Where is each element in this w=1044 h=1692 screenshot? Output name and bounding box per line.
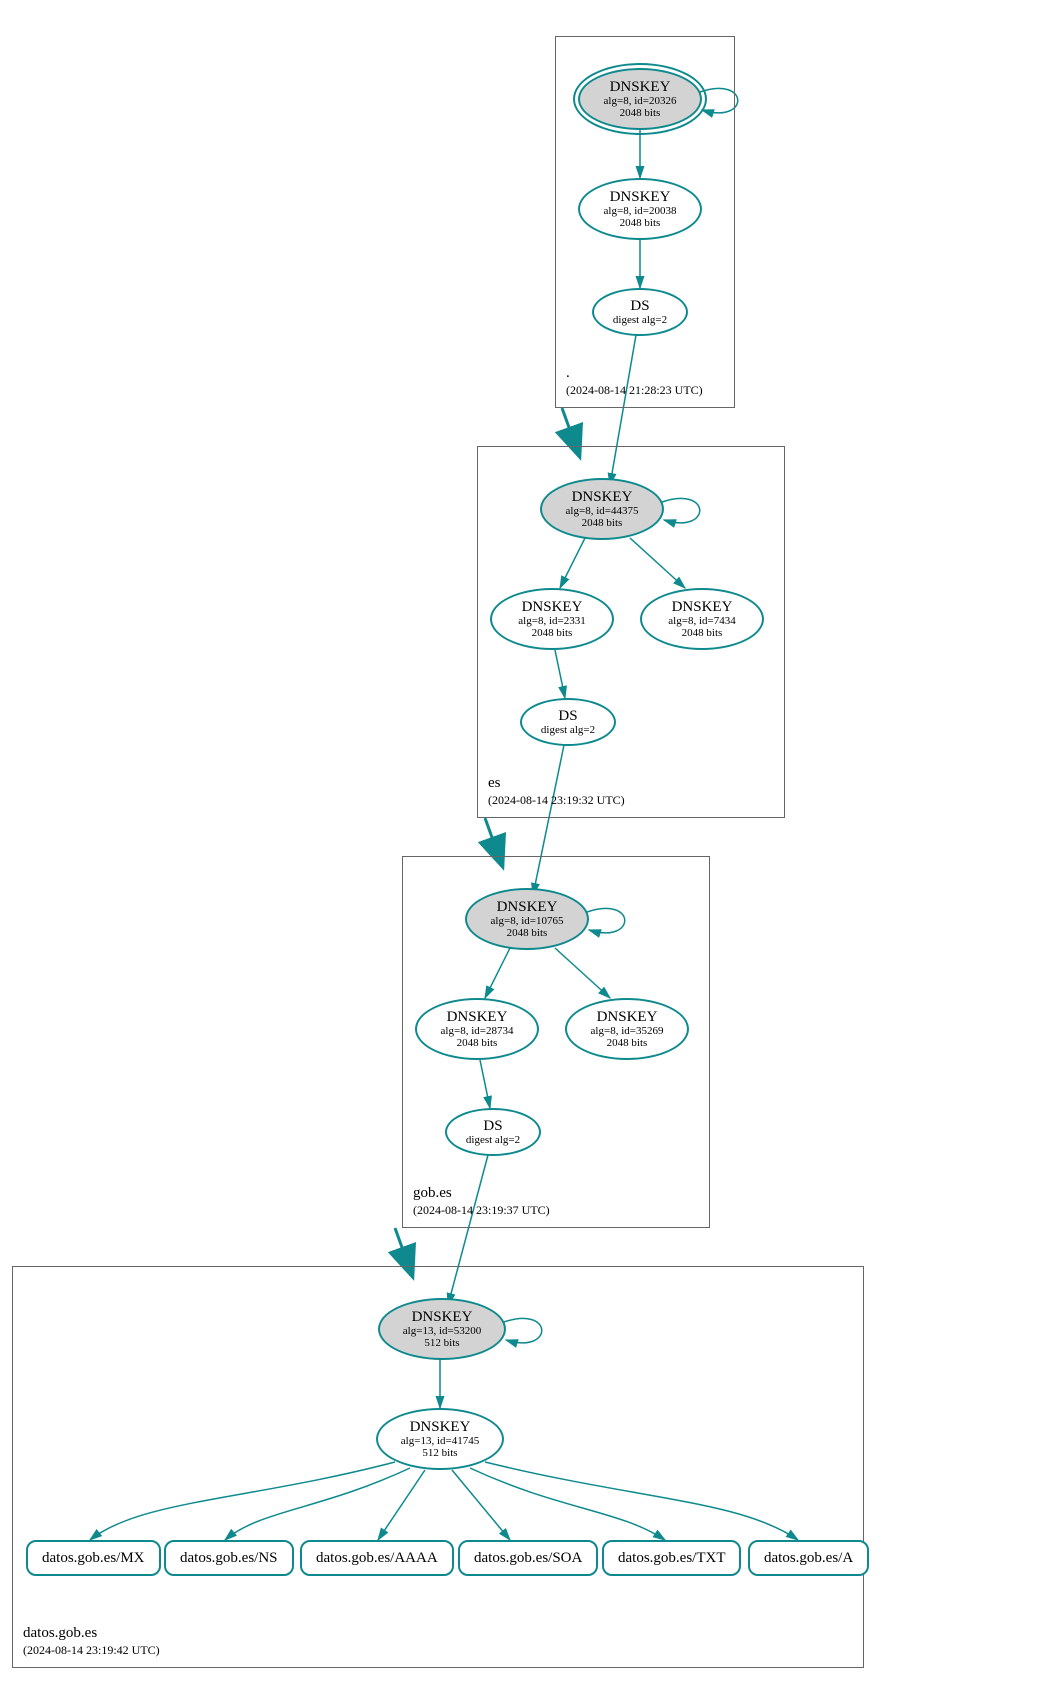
- node-es-ksk: DNSKEY alg=8, id=44375 2048 bits: [540, 478, 664, 540]
- gob-zsk1-sub1: alg=8, id=28734: [441, 1025, 514, 1037]
- es-ksk-sub2: 2048 bits: [582, 517, 623, 529]
- es-ksk-sub1: alg=8, id=44375: [566, 505, 639, 517]
- rr-ns-title: datos.gob.es/NS: [180, 1550, 278, 1567]
- zone-root-name: .: [566, 364, 703, 384]
- gob-ds-sub1: digest alg=2: [466, 1134, 520, 1146]
- gob-zsk2-title: DNSKEY: [597, 1009, 658, 1026]
- node-datos-ksk: DNSKEY alg=13, id=53200 512 bits: [378, 1298, 506, 1360]
- root-ds-title: DS: [630, 298, 649, 315]
- node-rr-aaaa: datos.gob.es/AAAA: [300, 1540, 454, 1576]
- zone-datos-name: datos.gob.es: [23, 1624, 160, 1644]
- datos-ksk-sub2: 512 bits: [424, 1337, 459, 1349]
- zone-es-label: es (2024-08-14 23:19:32 UTC): [488, 774, 625, 809]
- zone-gobes-name: gob.es: [413, 1184, 550, 1204]
- gob-ksk-title: DNSKEY: [497, 899, 558, 916]
- node-es-ds: DS digest alg=2: [520, 698, 616, 746]
- root-ksk-title: DNSKEY: [610, 79, 671, 96]
- es-ksk-title: DNSKEY: [572, 489, 633, 506]
- zone-datos-label: datos.gob.es (2024-08-14 23:19:42 UTC): [23, 1624, 160, 1659]
- node-rr-a: datos.gob.es/A: [748, 1540, 869, 1576]
- node-rr-ns: datos.gob.es/NS: [164, 1540, 294, 1576]
- datos-ksk-sub1: alg=13, id=53200: [403, 1325, 481, 1337]
- node-rr-txt: datos.gob.es/TXT: [602, 1540, 741, 1576]
- es-ds-sub1: digest alg=2: [541, 724, 595, 736]
- root-ds-sub1: digest alg=2: [613, 314, 667, 326]
- root-ksk-sub1: alg=8, id=20326: [604, 95, 677, 107]
- root-ksk-sub2: 2048 bits: [620, 107, 661, 119]
- zone-gobes-label: gob.es (2024-08-14 23:19:37 UTC): [413, 1184, 550, 1219]
- es-zsk2-title: DNSKEY: [672, 599, 733, 616]
- node-gob-ksk: DNSKEY alg=8, id=10765 2048 bits: [465, 888, 589, 950]
- root-zsk-title: DNSKEY: [610, 189, 671, 206]
- rr-soa-title: datos.gob.es/SOA: [474, 1550, 582, 1567]
- rr-txt-title: datos.gob.es/TXT: [618, 1550, 725, 1567]
- datos-zsk-title: DNSKEY: [410, 1419, 471, 1436]
- gob-zsk1-sub2: 2048 bits: [457, 1037, 498, 1049]
- node-gob-ds: DS digest alg=2: [445, 1108, 541, 1156]
- node-root-ds: DS digest alg=2: [592, 288, 688, 336]
- es-zsk1-sub2: 2048 bits: [532, 627, 573, 639]
- zone-datos-timestamp: (2024-08-14 23:19:42 UTC): [23, 1643, 160, 1659]
- node-datos-zsk: DNSKEY alg=13, id=41745 512 bits: [376, 1408, 504, 1470]
- gob-ds-title: DS: [483, 1118, 502, 1135]
- root-zsk-sub2: 2048 bits: [620, 217, 661, 229]
- zone-root-timestamp: (2024-08-14 21:28:23 UTC): [566, 383, 703, 399]
- node-rr-soa: datos.gob.es/SOA: [458, 1540, 598, 1576]
- node-gob-zsk2: DNSKEY alg=8, id=35269 2048 bits: [565, 998, 689, 1060]
- gob-ksk-sub1: alg=8, id=10765: [491, 915, 564, 927]
- node-gob-zsk1: DNSKEY alg=8, id=28734 2048 bits: [415, 998, 539, 1060]
- rr-a-title: datos.gob.es/A: [764, 1550, 853, 1567]
- gob-zsk1-title: DNSKEY: [447, 1009, 508, 1026]
- datos-ksk-title: DNSKEY: [412, 1309, 473, 1326]
- root-zsk-sub1: alg=8, id=20038: [604, 205, 677, 217]
- es-ds-title: DS: [558, 708, 577, 725]
- node-root-zsk: DNSKEY alg=8, id=20038 2048 bits: [578, 178, 702, 240]
- gob-zsk2-sub2: 2048 bits: [607, 1037, 648, 1049]
- rr-aaaa-title: datos.gob.es/AAAA: [316, 1550, 438, 1567]
- datos-zsk-sub2: 512 bits: [422, 1447, 457, 1459]
- gob-zsk2-sub1: alg=8, id=35269: [591, 1025, 664, 1037]
- zone-es-name: es: [488, 774, 625, 794]
- zone-gobes-timestamp: (2024-08-14 23:19:37 UTC): [413, 1203, 550, 1219]
- datos-zsk-sub1: alg=13, id=41745: [401, 1435, 479, 1447]
- zone-root-label: . (2024-08-14 21:28:23 UTC): [566, 364, 703, 399]
- node-es-zsk2: DNSKEY alg=8, id=7434 2048 bits: [640, 588, 764, 650]
- gob-ksk-sub2: 2048 bits: [507, 927, 548, 939]
- rr-mx-title: datos.gob.es/MX: [42, 1550, 145, 1567]
- node-es-zsk1: DNSKEY alg=8, id=2331 2048 bits: [490, 588, 614, 650]
- zone-es-timestamp: (2024-08-14 23:19:32 UTC): [488, 793, 625, 809]
- es-zsk1-title: DNSKEY: [522, 599, 583, 616]
- es-zsk1-sub1: alg=8, id=2331: [518, 615, 585, 627]
- node-rr-mx: datos.gob.es/MX: [26, 1540, 161, 1576]
- es-zsk2-sub1: alg=8, id=7434: [668, 615, 735, 627]
- node-root-ksk: DNSKEY alg=8, id=20326 2048 bits: [578, 68, 702, 130]
- es-zsk2-sub2: 2048 bits: [682, 627, 723, 639]
